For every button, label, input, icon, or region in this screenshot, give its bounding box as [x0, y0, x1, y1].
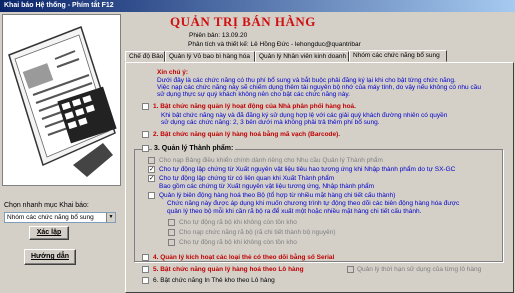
g5-checkbox[interactable]	[168, 219, 175, 226]
quick-select-dropdown[interactable]: Nhóm các chức năng bổ sung ▼	[4, 212, 116, 223]
g6-label: Cho nạp chức năng rã bộ (rã chi tiết thà…	[179, 229, 336, 236]
tab-bar: Chế độ Bảo mật Quản lý Vỏ bao bì hàng hó…	[125, 50, 515, 62]
quick-select-label: Chọn nhanh mục Khai báo:	[4, 202, 89, 209]
author-text: Phân tích và thiết kế: Lê Hồng Đức - leh…	[188, 41, 361, 48]
opt5-label: 5. Bật chức năng quản lý hàng hoá theo L…	[153, 266, 304, 273]
note-title: Xin chú ý:	[157, 69, 189, 76]
g3-checkbox[interactable]	[148, 174, 155, 182]
tab-sales-staff[interactable]: Quản lý Nhân viên kinh doanh	[255, 51, 349, 62]
version-text: Phiên bản: 13.09.20	[189, 32, 248, 39]
opt6-checkbox[interactable]	[142, 277, 149, 284]
g6-checkbox[interactable]	[168, 229, 175, 236]
g2-checkbox[interactable]	[148, 165, 155, 173]
tab-packaging[interactable]: Quản lý Vỏ bao bì hàng hóa	[165, 51, 255, 62]
opt5-checkbox[interactable]	[142, 266, 149, 273]
opt2-label: 2. Bật chức năng quản lý hàng hoá bằng m…	[153, 131, 341, 138]
g4-checkbox[interactable]	[148, 192, 155, 199]
tab-additional-functions[interactable]: Nhóm các chức năng bổ sung	[349, 50, 447, 62]
g5-label: Cho tự động rã bộ khi không còn tồn kho	[179, 219, 297, 226]
opt4-label: 4. Quản lý kích hoạt các loại thẻ có the…	[153, 254, 335, 261]
g4-desc-2: quản lý theo bộ mỗi khi cần rã bộ ra để …	[167, 208, 422, 215]
setup-button[interactable]: Xác lập	[29, 226, 69, 240]
window-title: Khai báo Hệ thống - Phím tắt F12	[0, 0, 515, 12]
g4-label: Quản lý biên động hàng hoá theo Bộ (tổ h…	[159, 192, 396, 199]
opt2-checkbox[interactable]	[142, 131, 149, 138]
quick-select-value: Nhóm các chức năng bổ sung	[7, 214, 94, 221]
g3-label: Cho tự động lập chứng từ có liên quan kh…	[159, 175, 335, 182]
additional-functions-panel: Xin chú ý: Dưới đây là các chức năng có …	[125, 62, 514, 293]
g7-label: Cho tự động rã bộ khi không còn tồn kho	[179, 239, 297, 246]
g1-label: Cho nạp Bảng điều khiển chính dành riêng…	[159, 157, 383, 164]
opt1-label: 1. Bật chức năng quản lý hoạt động của N…	[153, 103, 356, 110]
help-button[interactable]: Hướng dẫn	[24, 249, 76, 265]
group-checkbox[interactable]	[142, 145, 149, 152]
g3-desc: Bao gồm các chứng từ Xuất nguyên vật liệ…	[159, 183, 374, 190]
g2-label: Cho tự động lập chứng từ Xuất nguyên vật…	[159, 166, 456, 173]
settings-window: Khai báo Hệ thống - Phím tắt F12 Chọn nh…	[0, 0, 515, 293]
illustration-image	[2, 14, 121, 186]
chevron-down-icon[interactable]: ▼	[106, 213, 115, 222]
g7-checkbox[interactable]	[168, 239, 175, 246]
opt1-desc-2: sử dụng các chức năng: 2, 3 bên dưới mà …	[161, 119, 380, 126]
group-title: 3. Quản lý Thành phẩm:	[152, 145, 236, 153]
opt5-side-checkbox[interactable]	[347, 266, 354, 273]
g4-desc-1: Chức năng này được áp dụng khi muốn chươ…	[167, 200, 460, 207]
opt1-checkbox[interactable]	[142, 103, 149, 110]
opt6-label: 6. Bật chức năng In Thẻ kho theo Lô hàng	[153, 277, 275, 284]
opt4-checkbox[interactable]	[142, 254, 149, 261]
header: QUẢN TRỊ BÁN HÀNG Phiên bản: 13.09.20 Ph…	[123, 12, 515, 48]
tab-security[interactable]: Chế độ Bảo mật	[125, 51, 165, 62]
opt5-side-label: Quản lý thời hạn sử dụng của từng lô hàn…	[357, 266, 482, 273]
note-line-3: sử dụng thực sự quý khách không nên cho …	[157, 91, 350, 98]
g1-checkbox[interactable]	[148, 157, 155, 164]
app-title: QUẢN TRỊ BÁN HÀNG	[170, 14, 316, 29]
left-pane: Chọn nhanh mục Khai báo: Nhóm các chức n…	[0, 12, 123, 293]
